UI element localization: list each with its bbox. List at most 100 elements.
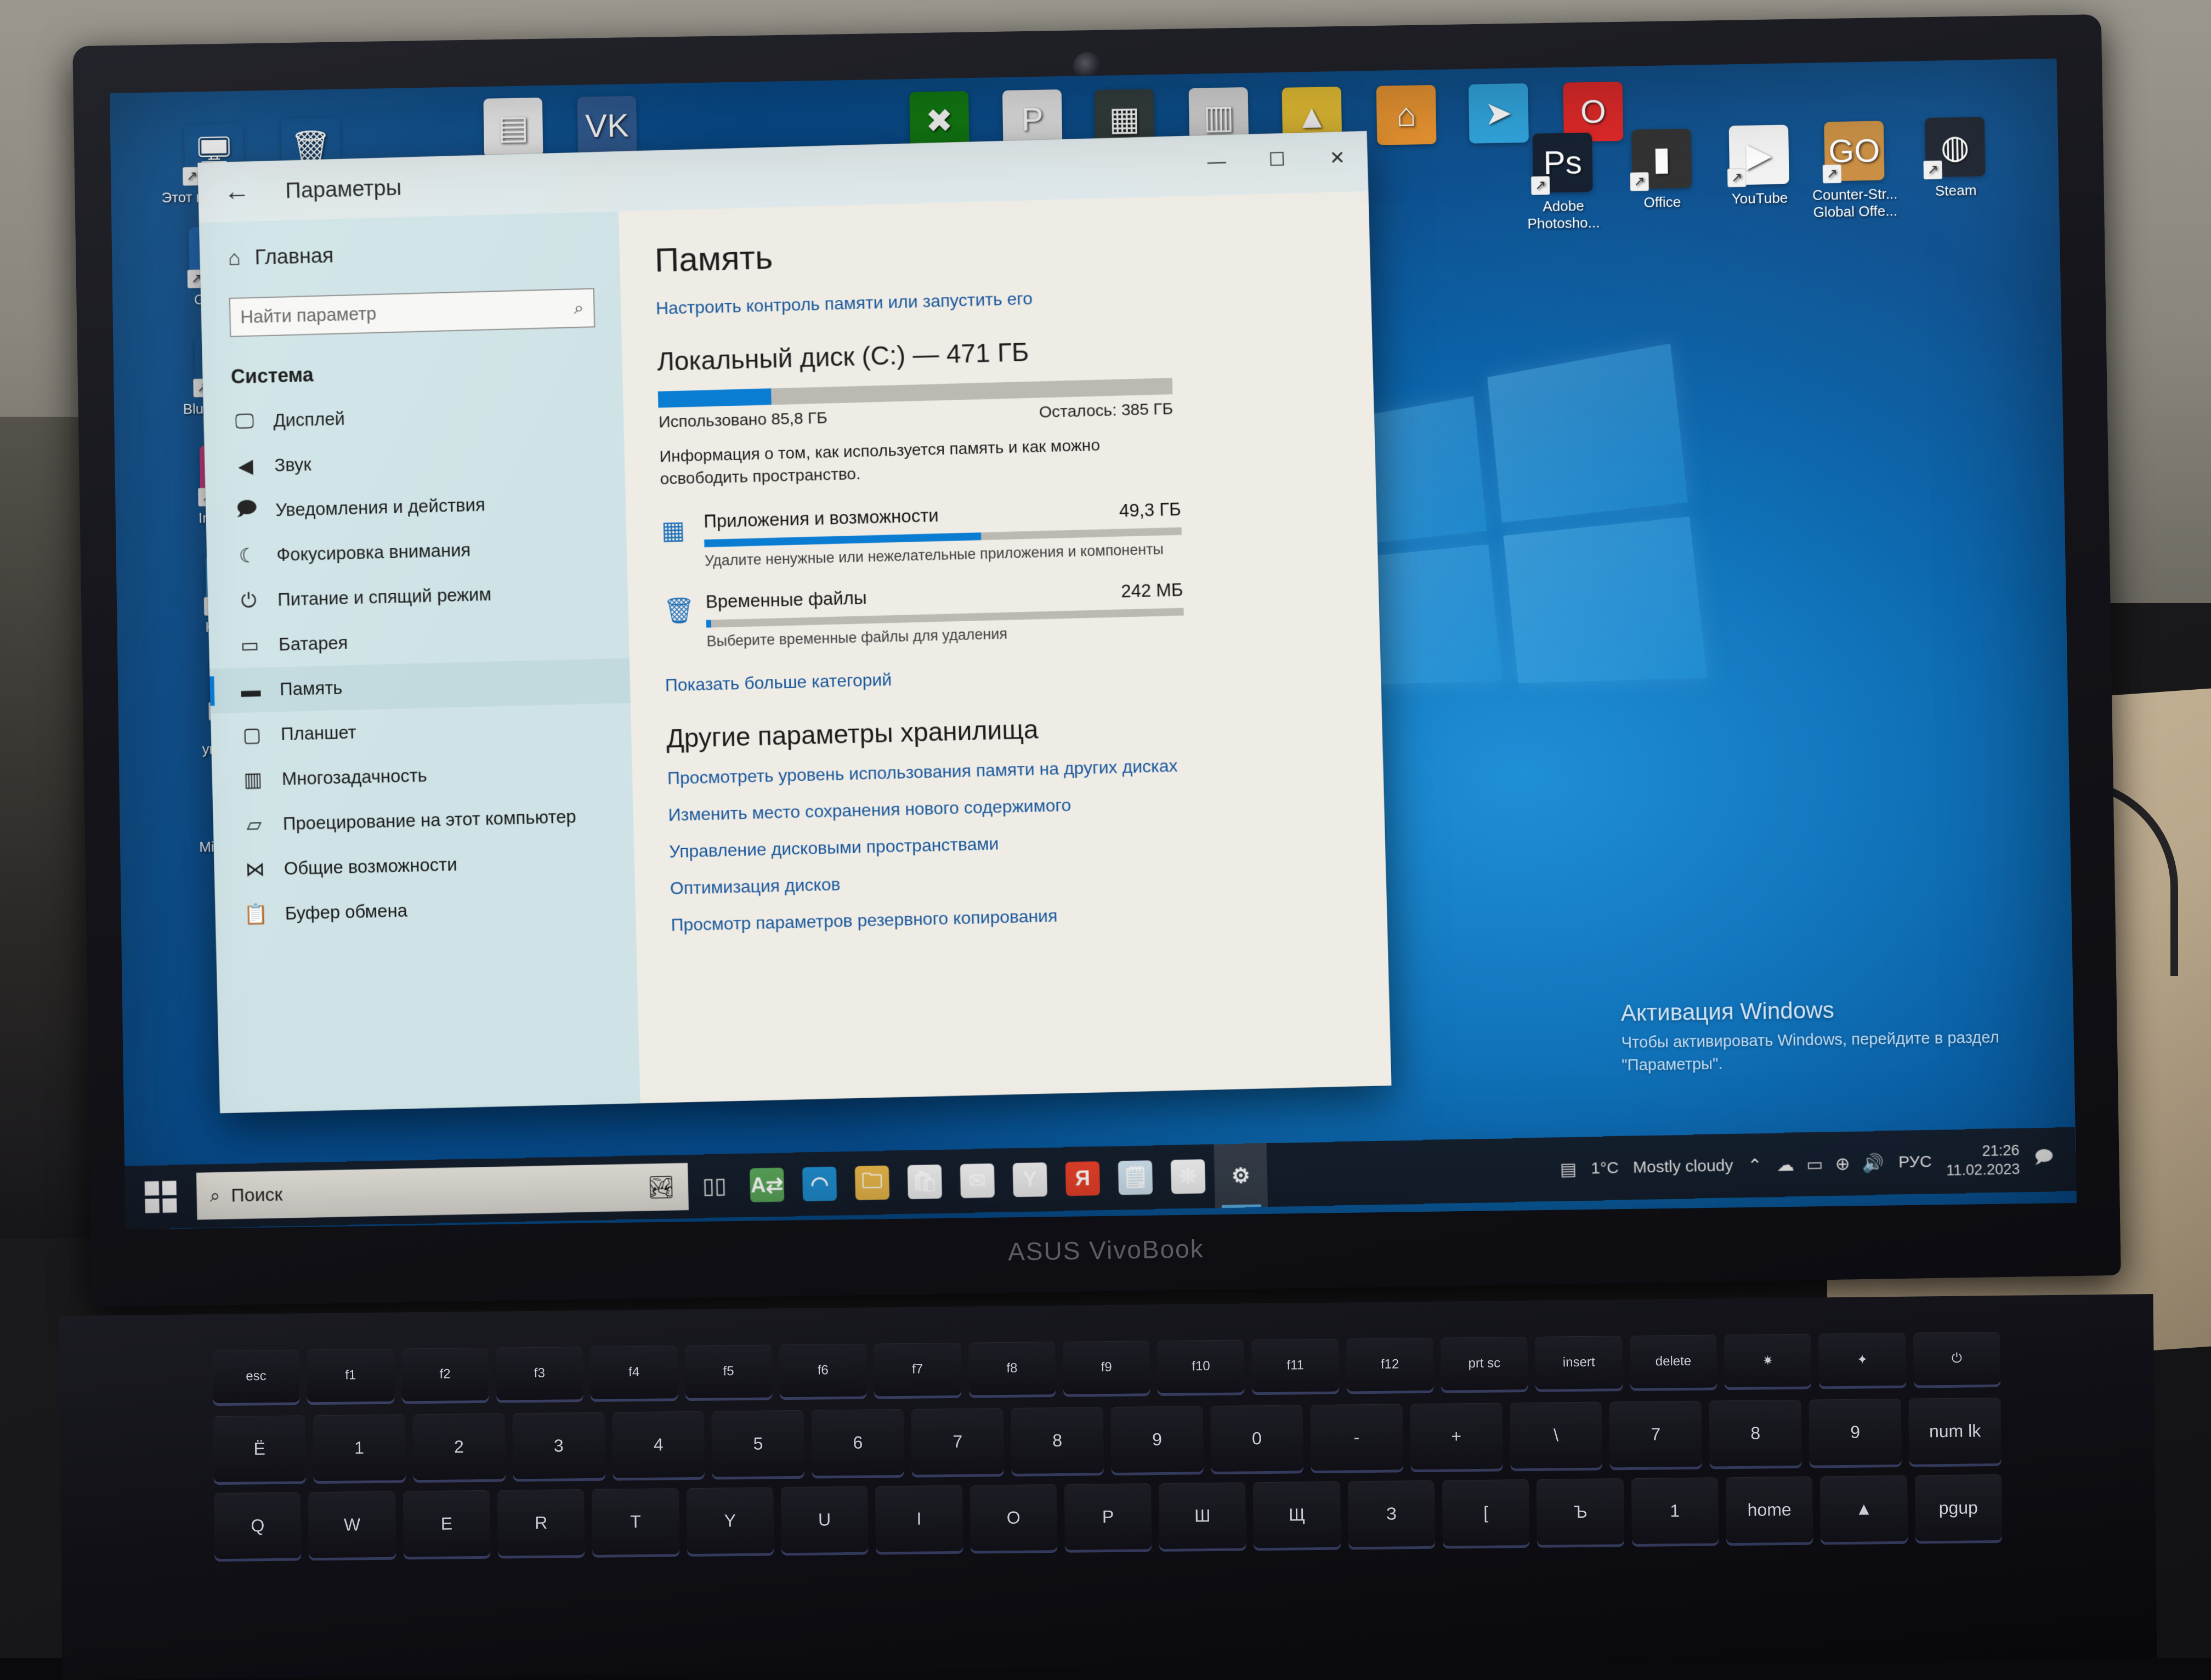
other-storage-link-3[interactable]: Оптимизация дисков (670, 862, 1336, 899)
keyboard-key[interactable]: f4 (591, 1346, 678, 1399)
keyboard-key[interactable]: 6 (812, 1409, 904, 1476)
desktop-icon[interactable]: GO↗Counter-Str... Global Offe... (1799, 121, 1910, 221)
keyboard-key[interactable]: f12 (1346, 1338, 1433, 1392)
sidebar-item-11[interactable]: 📋Буфер обмена (215, 883, 636, 938)
tray-language[interactable]: РУС (1898, 1153, 1932, 1172)
keyboard-key[interactable]: 2 (412, 1414, 505, 1480)
taskbar-app-5[interactable]: Y (1003, 1148, 1057, 1212)
desktop-icon[interactable]: ▮↗Office (1606, 128, 1717, 212)
keyboard-key[interactable]: 7 (1609, 1401, 1702, 1468)
keyboard-key[interactable]: f7 (874, 1343, 961, 1397)
other-storage-link-1[interactable]: Изменить место сохранения нового содержи… (668, 788, 1335, 825)
keyboard-key[interactable]: E (403, 1490, 491, 1557)
keyboard-key[interactable]: f1 (307, 1349, 394, 1403)
keyboard-key[interactable]: esc (212, 1349, 299, 1403)
keyboard-key[interactable]: 8 (1709, 1400, 1802, 1467)
storage-category-row[interactable]: ▦Приложения и возможности49,3 ГБУдалите … (661, 499, 1182, 571)
other-storage-link-0[interactable]: Просмотреть уровень использования памяти… (667, 752, 1334, 788)
keyboard-key[interactable]: Ё (213, 1415, 306, 1482)
keyboard-key[interactable]: home (1726, 1477, 1813, 1543)
task-view-button[interactable]: ▯▯ (688, 1154, 741, 1218)
keyboard-key[interactable]: insert (1535, 1336, 1623, 1389)
keyboard-key[interactable]: f2 (401, 1348, 489, 1401)
keyboard-key[interactable]: ✦ (1818, 1333, 1906, 1387)
desktop-icon[interactable]: Ps↗Adobe Photosho... (1507, 132, 1619, 232)
keyboard-key[interactable]: f11 (1252, 1339, 1339, 1393)
keyboard-key[interactable]: f6 (779, 1344, 866, 1398)
other-storage-link-4[interactable]: Просмотр параметров резервного копирован… (671, 899, 1337, 935)
search-icon[interactable]: ⌕ (574, 298, 584, 319)
other-storage-link-2[interactable]: Управление дисковыми пространствами (669, 825, 1336, 862)
taskbar-app-6[interactable]: Я (1056, 1147, 1110, 1211)
taskbar-clock[interactable]: 21:26 11.02.2023 (1946, 1142, 2020, 1180)
keyboard-key[interactable]: I (875, 1485, 963, 1552)
keyboard-key[interactable]: ⏻ (1913, 1332, 2000, 1386)
keyboard-key[interactable]: delete (1630, 1335, 1717, 1388)
taskbar-app-0[interactable]: A⇄ (740, 1153, 794, 1217)
keyboard-key[interactable]: O (970, 1484, 1057, 1551)
keyboard-key[interactable]: Q (214, 1492, 302, 1559)
taskbar-app-7[interactable]: 🗒 (1108, 1145, 1163, 1210)
show-more-categories-link[interactable]: Показать больше категорий (665, 659, 1331, 696)
back-button[interactable]: ← (220, 177, 254, 208)
keyboard-key[interactable]: 1 (313, 1414, 405, 1481)
keyboard-key[interactable]: 7 (911, 1408, 1004, 1475)
keyboard-key[interactable]: num lk (1909, 1398, 2002, 1465)
news-weather-icon[interactable]: 🏞 (647, 1174, 676, 1200)
keyboard-key[interactable]: 3 (512, 1412, 605, 1479)
keyboard-key[interactable]: R (497, 1489, 585, 1556)
keyboard-key[interactable]: \ (1510, 1402, 1602, 1469)
keyboard-key[interactable]: 0 (1210, 1405, 1303, 1472)
network-icon[interactable]: ⊕ (1835, 1153, 1850, 1174)
battery-icon[interactable]: ▭ (1806, 1154, 1823, 1175)
taskbar-app-9[interactable]: ⚙ (1214, 1143, 1268, 1208)
sidebar-item-home[interactable]: ⌂ Главная (200, 231, 620, 276)
keyboard-key[interactable]: Y (687, 1487, 774, 1554)
taskbar-search-input[interactable]: ⌕ Поиск 🏞 (196, 1163, 689, 1220)
desktop-icon[interactable]: ▶↗YouTube (1703, 124, 1815, 208)
keyboard-key[interactable]: Щ (1253, 1482, 1341, 1548)
maximize-button[interactable]: ☐ (1246, 133, 1307, 187)
keyboard-key[interactable]: 9 (1809, 1399, 1902, 1466)
keyboard-key[interactable]: prt sc (1441, 1337, 1528, 1390)
taskbar-app-4[interactable]: ✉ (950, 1149, 1004, 1213)
keyboard-key[interactable]: ✷ (1724, 1334, 1811, 1388)
keyboard-key[interactable]: f10 (1157, 1340, 1244, 1393)
onedrive-icon[interactable]: ☁ (1776, 1154, 1794, 1176)
storage-sense-link[interactable]: Настроить контроль памяти или запустить … (656, 281, 1322, 319)
keyboard-key[interactable]: 4 (612, 1411, 705, 1478)
minimize-button[interactable]: — (1186, 134, 1248, 189)
action-center-icon[interactable]: 🗩 (2034, 1145, 2054, 1175)
keyboard-key[interactable]: З (1348, 1480, 1436, 1547)
keyboard-key[interactable]: f9 (1063, 1341, 1150, 1394)
taskbar-app-2[interactable]: 🗀 (845, 1150, 899, 1215)
keyboard-key[interactable]: - (1310, 1404, 1403, 1471)
news-weather-icon[interactable]: ▤ (1560, 1159, 1577, 1180)
chevron-up-icon[interactable]: ⌃ (1747, 1155, 1762, 1176)
keyboard-key[interactable]: 1 (1631, 1477, 1719, 1544)
keyboard-key[interactable]: 8 (1011, 1407, 1104, 1474)
volume-icon[interactable]: 🔊 (1862, 1153, 1884, 1174)
keyboard-key[interactable]: f3 (496, 1347, 583, 1400)
storage-category-row[interactable]: 🗑Временные файлы242 МБВыберите временные… (663, 580, 1184, 651)
settings-window[interactable]: ← Параметры — ☐ ✕ ⌂ Главная (197, 131, 1391, 1114)
keyboard-key[interactable]: P (1064, 1483, 1152, 1550)
taskbar-app-8[interactable]: ❋ (1161, 1144, 1215, 1209)
keyboard-key[interactable]: pgup (1914, 1474, 2002, 1541)
keyboard-key[interactable]: 9 (1110, 1406, 1203, 1473)
keyboard-key[interactable]: 5 (712, 1410, 804, 1477)
desktop-icon[interactable]: ◍↗Steam (1900, 116, 2011, 200)
keyboard-key[interactable]: T (592, 1488, 679, 1555)
keyboard-key[interactable]: U (781, 1486, 869, 1553)
keyboard-key[interactable]: + (1410, 1403, 1503, 1469)
keyboard-key[interactable]: [ (1442, 1479, 1530, 1546)
start-button[interactable] (124, 1180, 197, 1213)
taskbar-app-1[interactable]: ◠ (792, 1151, 846, 1216)
keyboard-key[interactable]: ▲ (1820, 1475, 1908, 1542)
settings-search-input[interactable]: Найти параметр ⌕ (229, 288, 596, 337)
keyboard-key[interactable]: Ш (1159, 1482, 1246, 1549)
keyboard-key[interactable]: Ъ (1537, 1478, 1624, 1545)
keyboard-key[interactable]: f5 (685, 1344, 772, 1398)
keyboard-key[interactable]: f8 (968, 1342, 1056, 1395)
keyboard-key[interactable]: W (308, 1491, 396, 1558)
